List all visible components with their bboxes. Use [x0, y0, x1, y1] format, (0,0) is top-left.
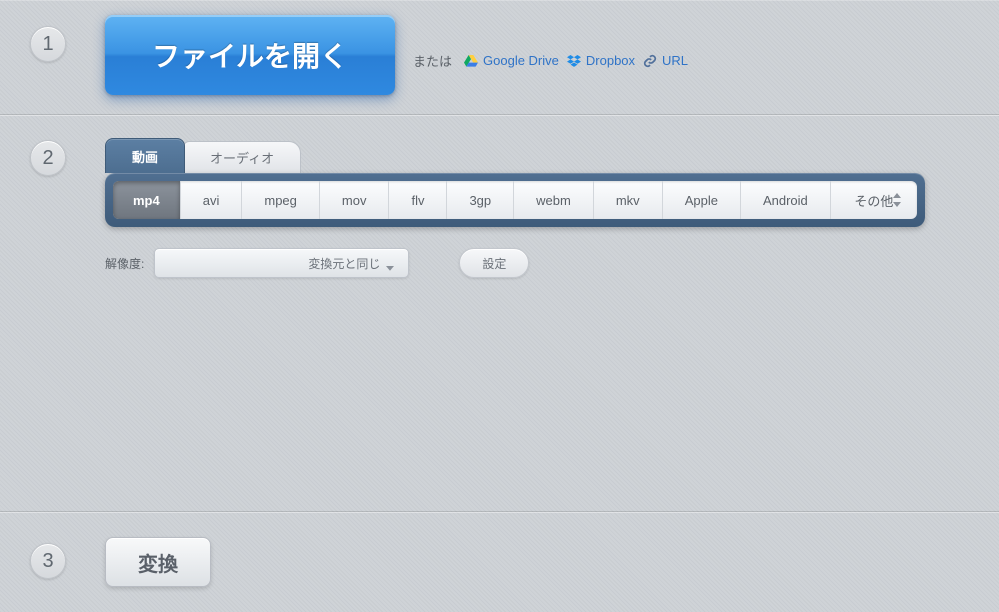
url-link[interactable]: URL	[643, 53, 688, 68]
resolution-value: 変換元と同じ	[308, 255, 380, 272]
sort-arrows-icon	[893, 193, 901, 207]
format-mp4[interactable]: mp4	[113, 181, 181, 219]
media-type-tabs: 動画 オーディオ	[105, 138, 301, 173]
url-label: URL	[662, 53, 688, 68]
dropbox-label: Dropbox	[586, 53, 635, 68]
resolution-row: 解像度: 変換元と同じ 設定	[105, 248, 529, 278]
step-3-panel: 3 変換	[0, 512, 999, 612]
format-avi[interactable]: avi	[181, 181, 243, 219]
tab-video[interactable]: 動画	[105, 138, 185, 173]
settings-button[interactable]: 設定	[459, 248, 529, 278]
format-mpeg[interactable]: mpeg	[242, 181, 320, 219]
step-1-panel: 1 ファイルを開く または Google Drive Dropbox URL	[0, 0, 999, 115]
format-more-label: その他	[854, 191, 893, 210]
step-2-number: 2	[30, 140, 66, 176]
format-mkv[interactable]: mkv	[594, 181, 663, 219]
tab-audio[interactable]: オーディオ	[183, 141, 301, 173]
google-drive-link[interactable]: Google Drive	[464, 53, 559, 68]
format-flv[interactable]: flv	[389, 181, 447, 219]
format-bar: mp4avimpegmovflv3gpwebmmkvAppleAndroid その…	[113, 181, 917, 219]
format-more-dropdown[interactable]: その他	[831, 181, 917, 219]
format-mov[interactable]: mov	[320, 181, 390, 219]
convert-button[interactable]: 変換	[105, 537, 211, 587]
format-3gp[interactable]: 3gp	[447, 181, 514, 219]
cloud-source-row: または Google Drive Dropbox URL	[413, 51, 688, 70]
step-3-number: 3	[30, 543, 66, 579]
step-2-panel: 2 動画 オーディオ mp4avimpegmovflv3gpwebmmkvApp…	[0, 115, 999, 512]
google-drive-icon	[464, 55, 478, 67]
format-bar-frame: mp4avimpegmovflv3gpwebmmkvAppleAndroid その…	[105, 173, 925, 227]
open-file-button[interactable]: ファイルを開く	[105, 15, 395, 95]
resolution-select[interactable]: 変換元と同じ	[154, 248, 409, 278]
link-icon	[643, 54, 657, 68]
resolution-label: 解像度:	[105, 255, 144, 272]
step-1-number: 1	[30, 26, 66, 62]
dropbox-icon	[567, 55, 581, 67]
format-apple[interactable]: Apple	[663, 181, 741, 219]
format-android[interactable]: Android	[741, 181, 831, 219]
dropbox-link[interactable]: Dropbox	[567, 53, 635, 68]
chevron-down-icon	[386, 260, 394, 266]
google-drive-label: Google Drive	[483, 53, 559, 68]
or-label: または	[413, 51, 452, 70]
format-webm[interactable]: webm	[514, 181, 594, 219]
